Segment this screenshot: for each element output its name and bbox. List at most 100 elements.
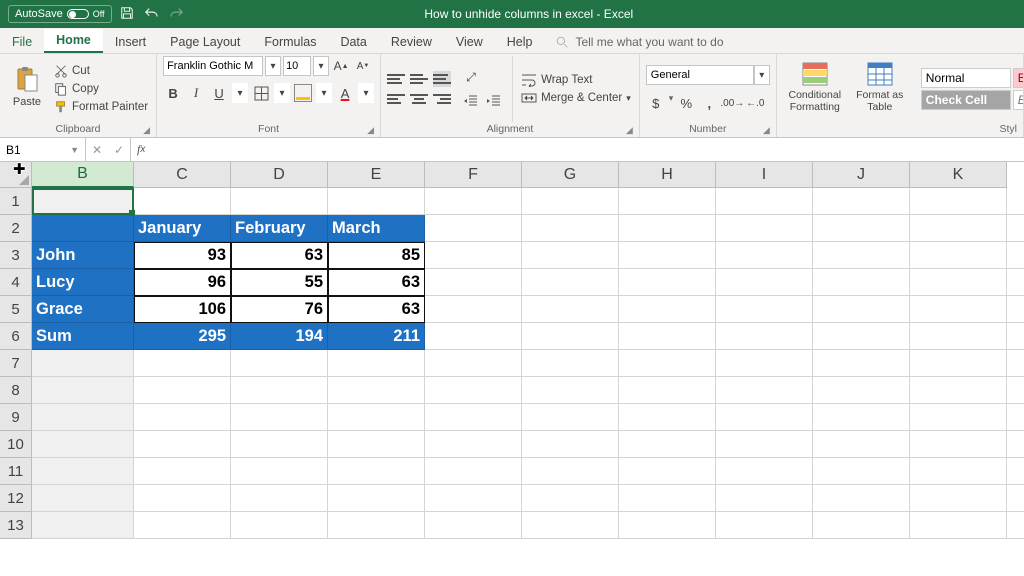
align-bottom-icon[interactable] xyxy=(433,71,451,87)
cell[interactable] xyxy=(425,242,522,269)
cell[interactable] xyxy=(32,377,134,404)
cell[interactable] xyxy=(1007,404,1024,431)
cell[interactable] xyxy=(522,215,619,242)
align-top-icon[interactable] xyxy=(387,71,405,87)
comma-icon[interactable]: , xyxy=(699,93,719,113)
cell[interactable] xyxy=(716,512,813,539)
cell[interactable] xyxy=(425,323,522,350)
cut-button[interactable]: Cut xyxy=(52,63,150,79)
tab-help[interactable]: Help xyxy=(495,31,545,53)
col-header-i[interactable]: I xyxy=(716,162,813,188)
cell[interactable] xyxy=(910,458,1007,485)
cell[interactable] xyxy=(1007,296,1024,323)
cell[interactable] xyxy=(1007,188,1024,215)
format-as-table-button[interactable]: Format as Table xyxy=(851,56,909,118)
cell[interactable] xyxy=(32,404,134,431)
chevron-down-icon[interactable]: ▾ xyxy=(316,83,332,103)
cell[interactable]: 106 xyxy=(134,296,231,323)
cell[interactable] xyxy=(328,188,425,215)
cell[interactable] xyxy=(522,242,619,269)
chevron-down-icon[interactable]: ▾ xyxy=(232,83,248,103)
cell[interactable] xyxy=(134,458,231,485)
cell[interactable] xyxy=(716,350,813,377)
cell[interactable] xyxy=(134,350,231,377)
cell[interactable] xyxy=(716,458,813,485)
col-header-j[interactable]: J xyxy=(813,162,910,188)
col-header-c[interactable]: C xyxy=(134,162,231,188)
italic-button[interactable]: I xyxy=(186,83,206,103)
increase-decimal-icon[interactable]: .00→ xyxy=(722,93,742,113)
cell[interactable] xyxy=(328,485,425,512)
cell[interactable] xyxy=(813,377,910,404)
cell[interactable] xyxy=(231,350,328,377)
row-header[interactable]: 4 xyxy=(0,269,32,296)
tab-page-layout[interactable]: Page Layout xyxy=(158,31,252,53)
cell[interactable] xyxy=(522,377,619,404)
row-header[interactable]: 2 xyxy=(0,215,32,242)
cell[interactable] xyxy=(425,188,522,215)
cell[interactable] xyxy=(425,431,522,458)
cell[interactable] xyxy=(1007,485,1024,512)
cell[interactable] xyxy=(716,296,813,323)
name-box[interactable]: B1▼ xyxy=(0,138,86,161)
cell[interactable] xyxy=(813,350,910,377)
tab-insert[interactable]: Insert xyxy=(103,31,158,53)
select-all-corner[interactable]: ✚ xyxy=(0,162,32,188)
cell[interactable] xyxy=(910,215,1007,242)
chevron-down-icon[interactable]: ▾ xyxy=(274,83,290,103)
cell[interactable] xyxy=(328,404,425,431)
col-header-k[interactable]: K xyxy=(910,162,1007,188)
tab-formulas[interactable]: Formulas xyxy=(252,31,328,53)
cell[interactable] xyxy=(619,215,716,242)
cell[interactable] xyxy=(328,512,425,539)
cell[interactable] xyxy=(522,188,619,215)
cell[interactable] xyxy=(1007,269,1024,296)
style-check-cell[interactable]: Check Cell xyxy=(921,90,1011,110)
decrease-font-icon[interactable]: A▼ xyxy=(353,56,373,76)
formula-input[interactable] xyxy=(151,138,1024,161)
conditional-formatting-button[interactable]: Conditional Formatting xyxy=(783,56,847,118)
col-header-b[interactable]: B xyxy=(32,162,134,188)
cell[interactable] xyxy=(1007,377,1024,404)
cell[interactable] xyxy=(813,431,910,458)
cell[interactable]: 63 xyxy=(231,242,328,269)
fill-color-button[interactable] xyxy=(293,83,313,103)
row-header[interactable]: 8 xyxy=(0,377,32,404)
tab-data[interactable]: Data xyxy=(328,31,378,53)
cell[interactable] xyxy=(32,458,134,485)
cell[interactable]: John xyxy=(32,242,134,269)
cell[interactable] xyxy=(425,350,522,377)
cell[interactable] xyxy=(619,404,716,431)
format-painter-button[interactable]: Format Painter xyxy=(52,99,150,115)
dialog-launcher-icon[interactable]: ◢ xyxy=(143,125,150,136)
accounting-icon[interactable]: $ xyxy=(646,93,666,113)
cell[interactable]: February xyxy=(231,215,328,242)
chevron-down-icon[interactable]: ▾ xyxy=(265,56,281,76)
cell[interactable] xyxy=(425,296,522,323)
undo-icon[interactable] xyxy=(142,6,160,23)
cell[interactable] xyxy=(231,512,328,539)
increase-indent-icon[interactable] xyxy=(484,91,504,111)
cell[interactable] xyxy=(619,512,716,539)
cell[interactable] xyxy=(1007,350,1024,377)
row-header[interactable]: 6 xyxy=(0,323,32,350)
cell[interactable] xyxy=(522,512,619,539)
cell[interactable] xyxy=(619,485,716,512)
cell[interactable] xyxy=(32,188,134,215)
cell[interactable]: January xyxy=(134,215,231,242)
col-header-d[interactable]: D xyxy=(231,162,328,188)
cell[interactable] xyxy=(716,242,813,269)
cell[interactable] xyxy=(522,296,619,323)
cell[interactable] xyxy=(425,485,522,512)
cell[interactable] xyxy=(813,296,910,323)
cell[interactable] xyxy=(910,188,1007,215)
cell[interactable] xyxy=(231,404,328,431)
dialog-launcher-icon[interactable]: ◢ xyxy=(367,125,374,136)
col-header-e[interactable]: E xyxy=(328,162,425,188)
cell[interactable] xyxy=(813,323,910,350)
cell[interactable] xyxy=(522,404,619,431)
cell[interactable] xyxy=(910,350,1007,377)
cell[interactable]: Sum xyxy=(32,323,134,350)
col-header-g[interactable]: G xyxy=(522,162,619,188)
cell[interactable] xyxy=(231,485,328,512)
